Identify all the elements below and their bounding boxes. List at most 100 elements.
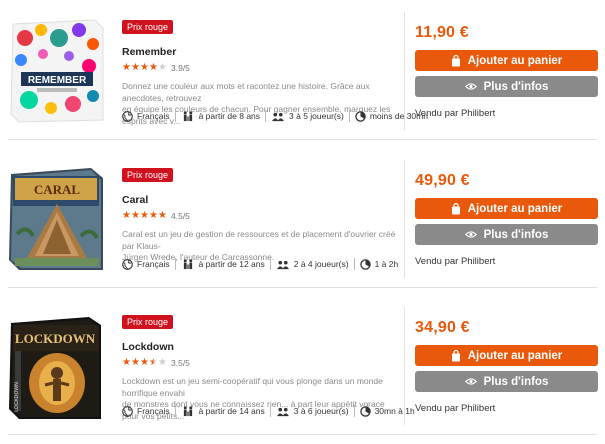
rating-score: 3.5/5 — [171, 358, 190, 368]
star-icon: ★ — [140, 62, 149, 73]
row-separator — [8, 139, 597, 140]
star-icon: ★ — [122, 210, 131, 221]
age-info: à partir de 8 ans — [181, 110, 261, 122]
star-icon: ★ — [131, 210, 140, 221]
language-label: Français — [137, 406, 170, 416]
eye-icon — [464, 378, 477, 385]
meta-divider — [269, 405, 271, 417]
language-label: Français — [137, 111, 170, 121]
globe-icon — [122, 405, 133, 417]
players-icon — [272, 112, 284, 121]
description-line: Caral est un jeu de gestion de ressource… — [122, 229, 396, 251]
clock-icon — [359, 258, 371, 270]
globe-icon — [122, 258, 133, 270]
add-to-cart-button[interactable]: Ajouter au panier — [415, 345, 598, 366]
column-divider — [404, 12, 405, 130]
meta-divider — [174, 405, 176, 417]
product-price: 11,90 € — [415, 24, 469, 41]
star-half-icon: ★ — [149, 357, 158, 368]
product-image[interactable]: LOCKDOWN LOCKDOWN — [7, 311, 107, 421]
product-title[interactable]: Caral — [122, 194, 148, 206]
add-to-cart-label: Ajouter au panier — [467, 202, 563, 215]
product-image[interactable]: CARAL — [7, 164, 107, 274]
product-rating: ★ ★ ★ ★ ★ 4.5/5 — [122, 211, 190, 222]
description-line: Donnez une couleur aux mots et racontez … — [122, 81, 370, 103]
prix-rouge-badge: Prix rouge — [122, 315, 174, 329]
age-icon — [183, 405, 192, 416]
svg-text:CARAL: CARAL — [34, 182, 81, 197]
seller-label: Vendu par Philibert — [415, 108, 496, 119]
language-label: Français — [137, 259, 170, 269]
duration-label: 30mn à 1h — [374, 406, 415, 416]
language-info: Français — [122, 110, 170, 122]
rating-score: 3.9/5 — [171, 63, 190, 73]
star-icon: ★ — [158, 357, 167, 368]
meta-divider — [174, 110, 176, 122]
more-info-label: Plus d'infos — [483, 228, 549, 241]
clock-icon — [359, 405, 371, 417]
star-icon: ★ — [140, 210, 149, 221]
players-label: 3 à 6 joueur(s) — [293, 406, 349, 416]
star-icon: ★ — [149, 62, 158, 73]
more-info-button[interactable]: Plus d'infos — [415, 76, 598, 97]
product-rating: ★ ★ ★ ★ ★ 3.5/5 — [122, 358, 190, 369]
prix-rouge-badge: Prix rouge — [122, 20, 174, 34]
star-icon: ★ — [158, 62, 167, 73]
age-icon — [183, 258, 192, 269]
players-label: 3 à 5 joueur(s) — [289, 111, 344, 121]
star-icon: ★ — [131, 62, 140, 73]
svg-text:LOCKDOWN: LOCKDOWN — [14, 382, 20, 412]
players-info: 3 à 5 joueur(s) — [271, 111, 344, 122]
age-icon — [183, 110, 192, 121]
product-card: REMEMBER Prix rouge Remember ★ ★ ★ ★ ★ 3… — [0, 0, 605, 140]
product-meta: Français à partir de 8 ans 3 à 5 joueur(… — [122, 110, 428, 122]
product-rating: ★ ★ ★ ★ ★ 3.9/5 — [122, 63, 190, 74]
meta-divider — [348, 110, 350, 122]
rating-stars: ★ ★ ★ ★ ★ — [122, 63, 167, 73]
description-line: Lockdown est un jeu semi-coopératif qui … — [122, 376, 383, 398]
more-info-button[interactable]: Plus d'infos — [415, 224, 598, 245]
star-icon: ★ — [158, 210, 167, 221]
meta-divider — [353, 405, 355, 417]
rating-stars: ★ ★ ★ ★ ★ — [122, 211, 167, 221]
age-label: à partir de 12 ans — [198, 259, 265, 269]
more-info-label: Plus d'infos — [483, 80, 549, 93]
players-label: 2 à 4 joueur(s) — [293, 259, 349, 269]
star-icon: ★ — [149, 210, 158, 221]
players-info: 2 à 4 joueur(s) — [276, 259, 349, 270]
star-icon: ★ — [122, 62, 131, 73]
star-icon: ★ — [131, 357, 140, 368]
add-to-cart-label: Ajouter au panier — [467, 54, 563, 67]
meta-divider — [269, 258, 271, 270]
svg-text:LOCKDOWN: LOCKDOWN — [15, 331, 96, 346]
column-divider — [404, 160, 405, 278]
shopping-bag-icon — [451, 54, 460, 66]
prix-rouge-badge: Prix rouge — [122, 168, 174, 182]
age-info: à partir de 12 ans — [181, 258, 265, 270]
add-to-cart-button[interactable]: Ajouter au panier — [415, 50, 598, 71]
product-price: 34,90 € — [415, 319, 470, 336]
rating-stars: ★ ★ ★ ★ ★ — [122, 358, 167, 368]
age-label: à partir de 14 ans — [198, 406, 265, 416]
players-icon — [276, 260, 289, 269]
product-card: CARAL Prix rouge Caral ★ ★ ★ ★ ★ 4.5/5 C… — [0, 148, 605, 288]
meta-divider — [353, 258, 355, 270]
duration-info: 30mn à 1h — [359, 405, 415, 417]
more-info-button[interactable]: Plus d'infos — [415, 371, 598, 392]
eye-icon — [464, 83, 477, 90]
players-info: 3 à 6 joueur(s) — [276, 406, 349, 417]
meta-divider — [265, 110, 267, 122]
seller-label: Vendu par Philibert — [415, 403, 496, 414]
product-title[interactable]: Lockdown — [122, 341, 174, 353]
clock-icon — [355, 110, 366, 122]
eye-icon — [464, 231, 477, 238]
age-label: à partir de 8 ans — [198, 111, 261, 121]
add-to-cart-button[interactable]: Ajouter au panier — [415, 198, 598, 219]
product-title[interactable]: Remember — [122, 46, 176, 58]
column-divider — [404, 307, 405, 425]
svg-text:REMEMBER: REMEMBER — [28, 75, 87, 86]
players-icon — [276, 407, 289, 416]
product-meta: Français à partir de 12 ans 2 à 4 joueur… — [122, 258, 398, 270]
product-image[interactable]: REMEMBER — [7, 16, 107, 126]
product-price: 49,90 € — [415, 172, 470, 189]
